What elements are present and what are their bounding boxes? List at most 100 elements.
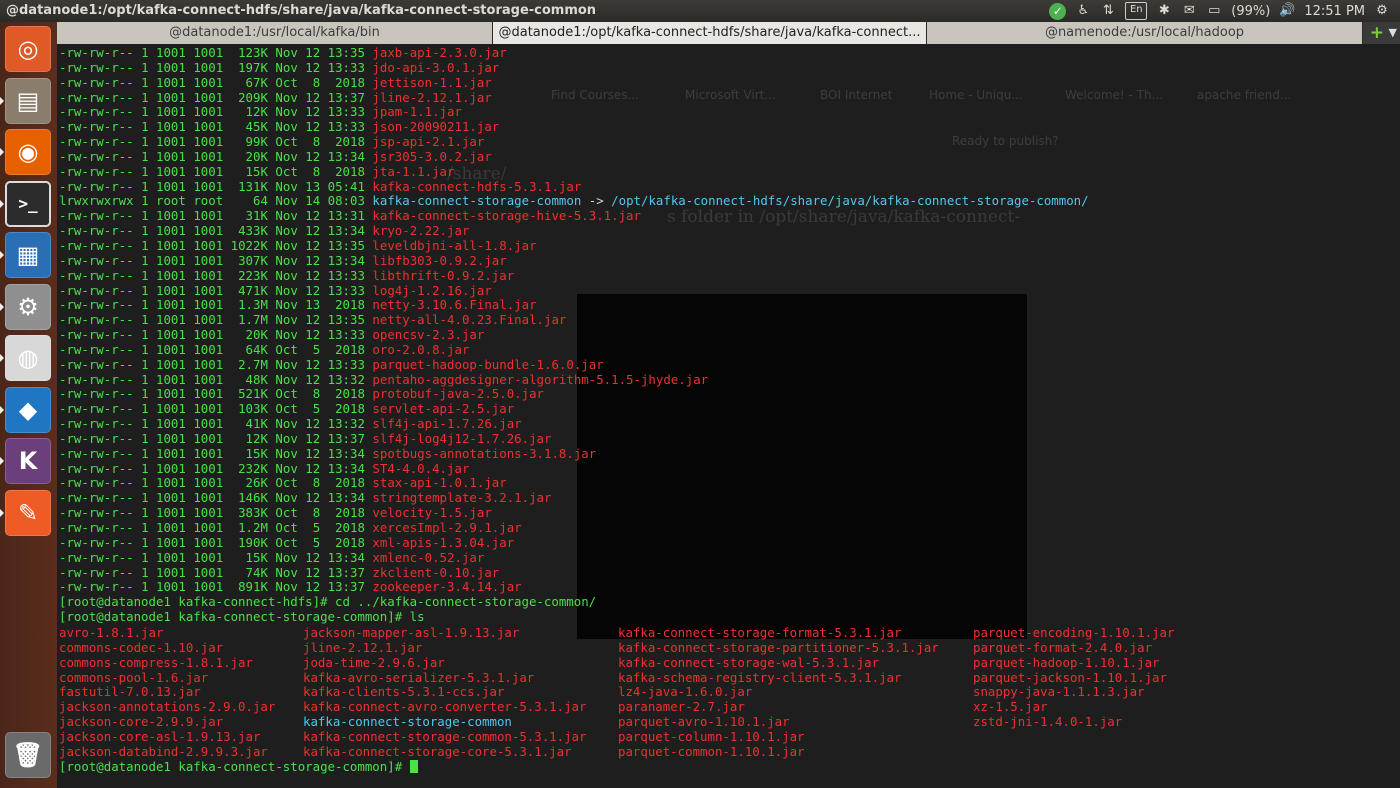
group: 1001 — [193, 386, 224, 402]
ls-file-entry: commons-pool-1.6.jar — [59, 669, 209, 685]
owner: 1001 — [156, 356, 186, 372]
file-name: pentaho-aggdesigner-algorithm-5.1.5-jhyd… — [372, 371, 709, 387]
ls-file-entry: commons-compress-1.8.1.jar — [59, 654, 253, 670]
permissions: -rw-rw-r-- — [59, 386, 134, 402]
tab-kafka-bin[interactable]: @datanode1:/usr/local/kafka/bin — [57, 22, 493, 44]
running-indicator — [0, 96, 4, 105]
file-name: libfb303-0.9.2.jar — [372, 252, 507, 268]
listing-row: -rw-rw-r-- 1 1001 1001 471K Nov 12 13:33… — [59, 282, 1089, 299]
file-size: 1.2M — [230, 520, 268, 535]
battery-icon[interactable]: ▭ — [1206, 3, 1222, 19]
listing-row: -rw-rw-r-- 1 1001 1001 26K Oct 8 2018 st… — [59, 476, 1089, 491]
terminal-output: -rw-rw-r-- 1 1001 1001 123K Nov 12 13:35… — [59, 45, 1089, 625]
link-count: 1 — [141, 416, 149, 432]
file-size: 15K — [230, 163, 268, 179]
shell-command: ls — [402, 609, 425, 625]
file-name: log4j-1.2.16.jar — [372, 282, 492, 298]
permissions: -rw-rw-r-- — [59, 416, 134, 432]
file-name: libthrift-0.9.2.jar — [372, 267, 515, 283]
ls-file-entry: kafka-avro-serializer-5.3.1.jar — [303, 669, 535, 685]
listing-row: -rw-rw-r-- 1 1001 1001 146K Nov 12 13:34… — [59, 490, 1089, 506]
modified-date: Nov 12 13:37 — [275, 579, 365, 595]
file-size: 74K — [230, 564, 268, 580]
permissions: -rw-rw-r-- — [59, 327, 134, 343]
group: 1001 — [193, 312, 224, 328]
modified-date: Nov 13 05:41 — [275, 178, 365, 194]
clock[interactable]: 12:51 PM — [1304, 4, 1365, 19]
chrome-icon[interactable]: ◍ — [5, 335, 51, 381]
files-icon[interactable]: ▤ — [5, 77, 51, 124]
modified-date: Nov 12 13:34 — [275, 148, 365, 164]
owner: 1001 — [156, 74, 186, 90]
file-size: 307K — [230, 252, 268, 268]
file-size: 15K — [230, 549, 268, 565]
permissions: -rw-rw-r-- — [59, 460, 134, 476]
firefox-icon[interactable]: ◉ — [5, 129, 51, 175]
modified-date: Nov 12 13:32 — [275, 371, 365, 387]
file-name: jdo-api-3.0.1.jar — [372, 59, 500, 75]
link-count: 1 — [141, 163, 149, 179]
terminal-icon[interactable]: >_ — [5, 180, 51, 227]
link-count: 1 — [141, 312, 149, 328]
network-icon[interactable]: ⇅ — [1100, 3, 1116, 19]
permissions: -rw-rw-r-- — [59, 341, 134, 357]
power-icon[interactable]: ⚙ — [1374, 3, 1390, 19]
volume-icon[interactable]: 🔊 — [1279, 3, 1295, 19]
link-count: 1 — [141, 252, 149, 268]
command-line: [root@datanode1 kafka-connect-storage-co… — [59, 609, 1089, 625]
tab-hadoop[interactable]: @namenode:/usr/local/hadoop — [927, 22, 1363, 44]
launcher: ◎ ▤ ◉ >_ ▦ ⚙ ◍ ◆ K ✎ 🗑 — [0, 22, 57, 788]
listing-row: -rw-rw-r-- 1 1001 1001 521K Oct 8 2018 p… — [59, 386, 1089, 402]
file-name: jsr305-3.0.2.jar — [372, 148, 492, 164]
bluetooth-icon[interactable]: ✱ — [1156, 3, 1172, 19]
group: 1001 — [193, 74, 224, 90]
group: 1001 — [193, 178, 224, 194]
keyboard-layout[interactable]: En — [1125, 2, 1148, 20]
file-size: 15K — [230, 445, 268, 461]
terminal-view[interactable]: /share/ s folder in /opt/share/java/kafk… — [57, 44, 1400, 788]
file-name: slf4j-log4j12-1.7.26.jar — [372, 430, 552, 446]
owner: 1001 — [156, 163, 186, 179]
group: 1001 — [193, 134, 224, 150]
modified-date: Oct 8 2018 — [275, 475, 365, 491]
listing-row: -rw-rw-r-- 1 1001 1001 41K Nov 12 13:32 … — [59, 416, 1089, 432]
owner: 1001 — [156, 237, 186, 253]
file-name: stax-api-1.0.1.jar — [372, 475, 507, 491]
ls-file-entry: lz4-java-1.6.0.jar — [618, 684, 753, 700]
permissions: -rw-rw-r-- — [59, 223, 134, 239]
trash-icon[interactable]: 🗑 — [5, 732, 51, 778]
accessibility-icon[interactable]: ♿ — [1075, 3, 1091, 19]
tab-storage-common[interactable]: @datanode1:/opt/kafka-connect-hdfs/share… — [493, 22, 927, 44]
ubuntu-icon[interactable]: ◎ — [5, 26, 51, 72]
update-ok-icon[interactable]: ✓ — [1049, 2, 1067, 20]
group: 1001 — [193, 119, 224, 135]
modified-date: Nov 12 13:35 — [275, 45, 365, 60]
tab-menu-chevron-icon[interactable]: ▼ — [1389, 24, 1397, 42]
k-app-icon[interactable]: K — [5, 438, 51, 484]
listing-row: -rw-rw-r-- 1 1001 1001 2.7M Nov 12 13:33… — [59, 356, 1089, 373]
owner: 1001 — [156, 148, 186, 164]
ls-file-entry: kafka-schema-registry-client-5.3.1.jar — [618, 669, 902, 685]
link-count: 1 — [141, 579, 149, 595]
modified-date: Nov 13 2018 — [275, 297, 365, 313]
writer-icon[interactable]: ▦ — [5, 232, 51, 278]
ls-file-entry: commons-codec-1.10.jar — [59, 639, 224, 655]
modified-date: Oct 8 2018 — [275, 386, 365, 402]
group: root — [193, 193, 224, 209]
group: 1001 — [193, 505, 224, 521]
battery-percent[interactable]: (99%) — [1231, 4, 1270, 19]
running-indicator — [0, 199, 4, 208]
link-count: 1 — [141, 74, 149, 90]
vscode-icon[interactable]: ◆ — [5, 386, 51, 433]
file-size: 2.7M — [230, 356, 268, 372]
mail-icon[interactable]: ✉ — [1181, 3, 1197, 19]
owner: 1001 — [156, 490, 186, 506]
modified-date: Oct 8 2018 — [275, 74, 365, 90]
file-size: 1022K — [230, 237, 268, 253]
new-tab-icon[interactable]: + — [1370, 23, 1384, 43]
permissions: -rw-rw-r-- — [59, 74, 134, 90]
link-count: 1 — [141, 89, 149, 105]
settings-icon[interactable]: ⚙ — [5, 283, 51, 330]
postman-icon[interactable]: ✎ — [5, 489, 51, 536]
group: 1001 — [193, 534, 224, 550]
